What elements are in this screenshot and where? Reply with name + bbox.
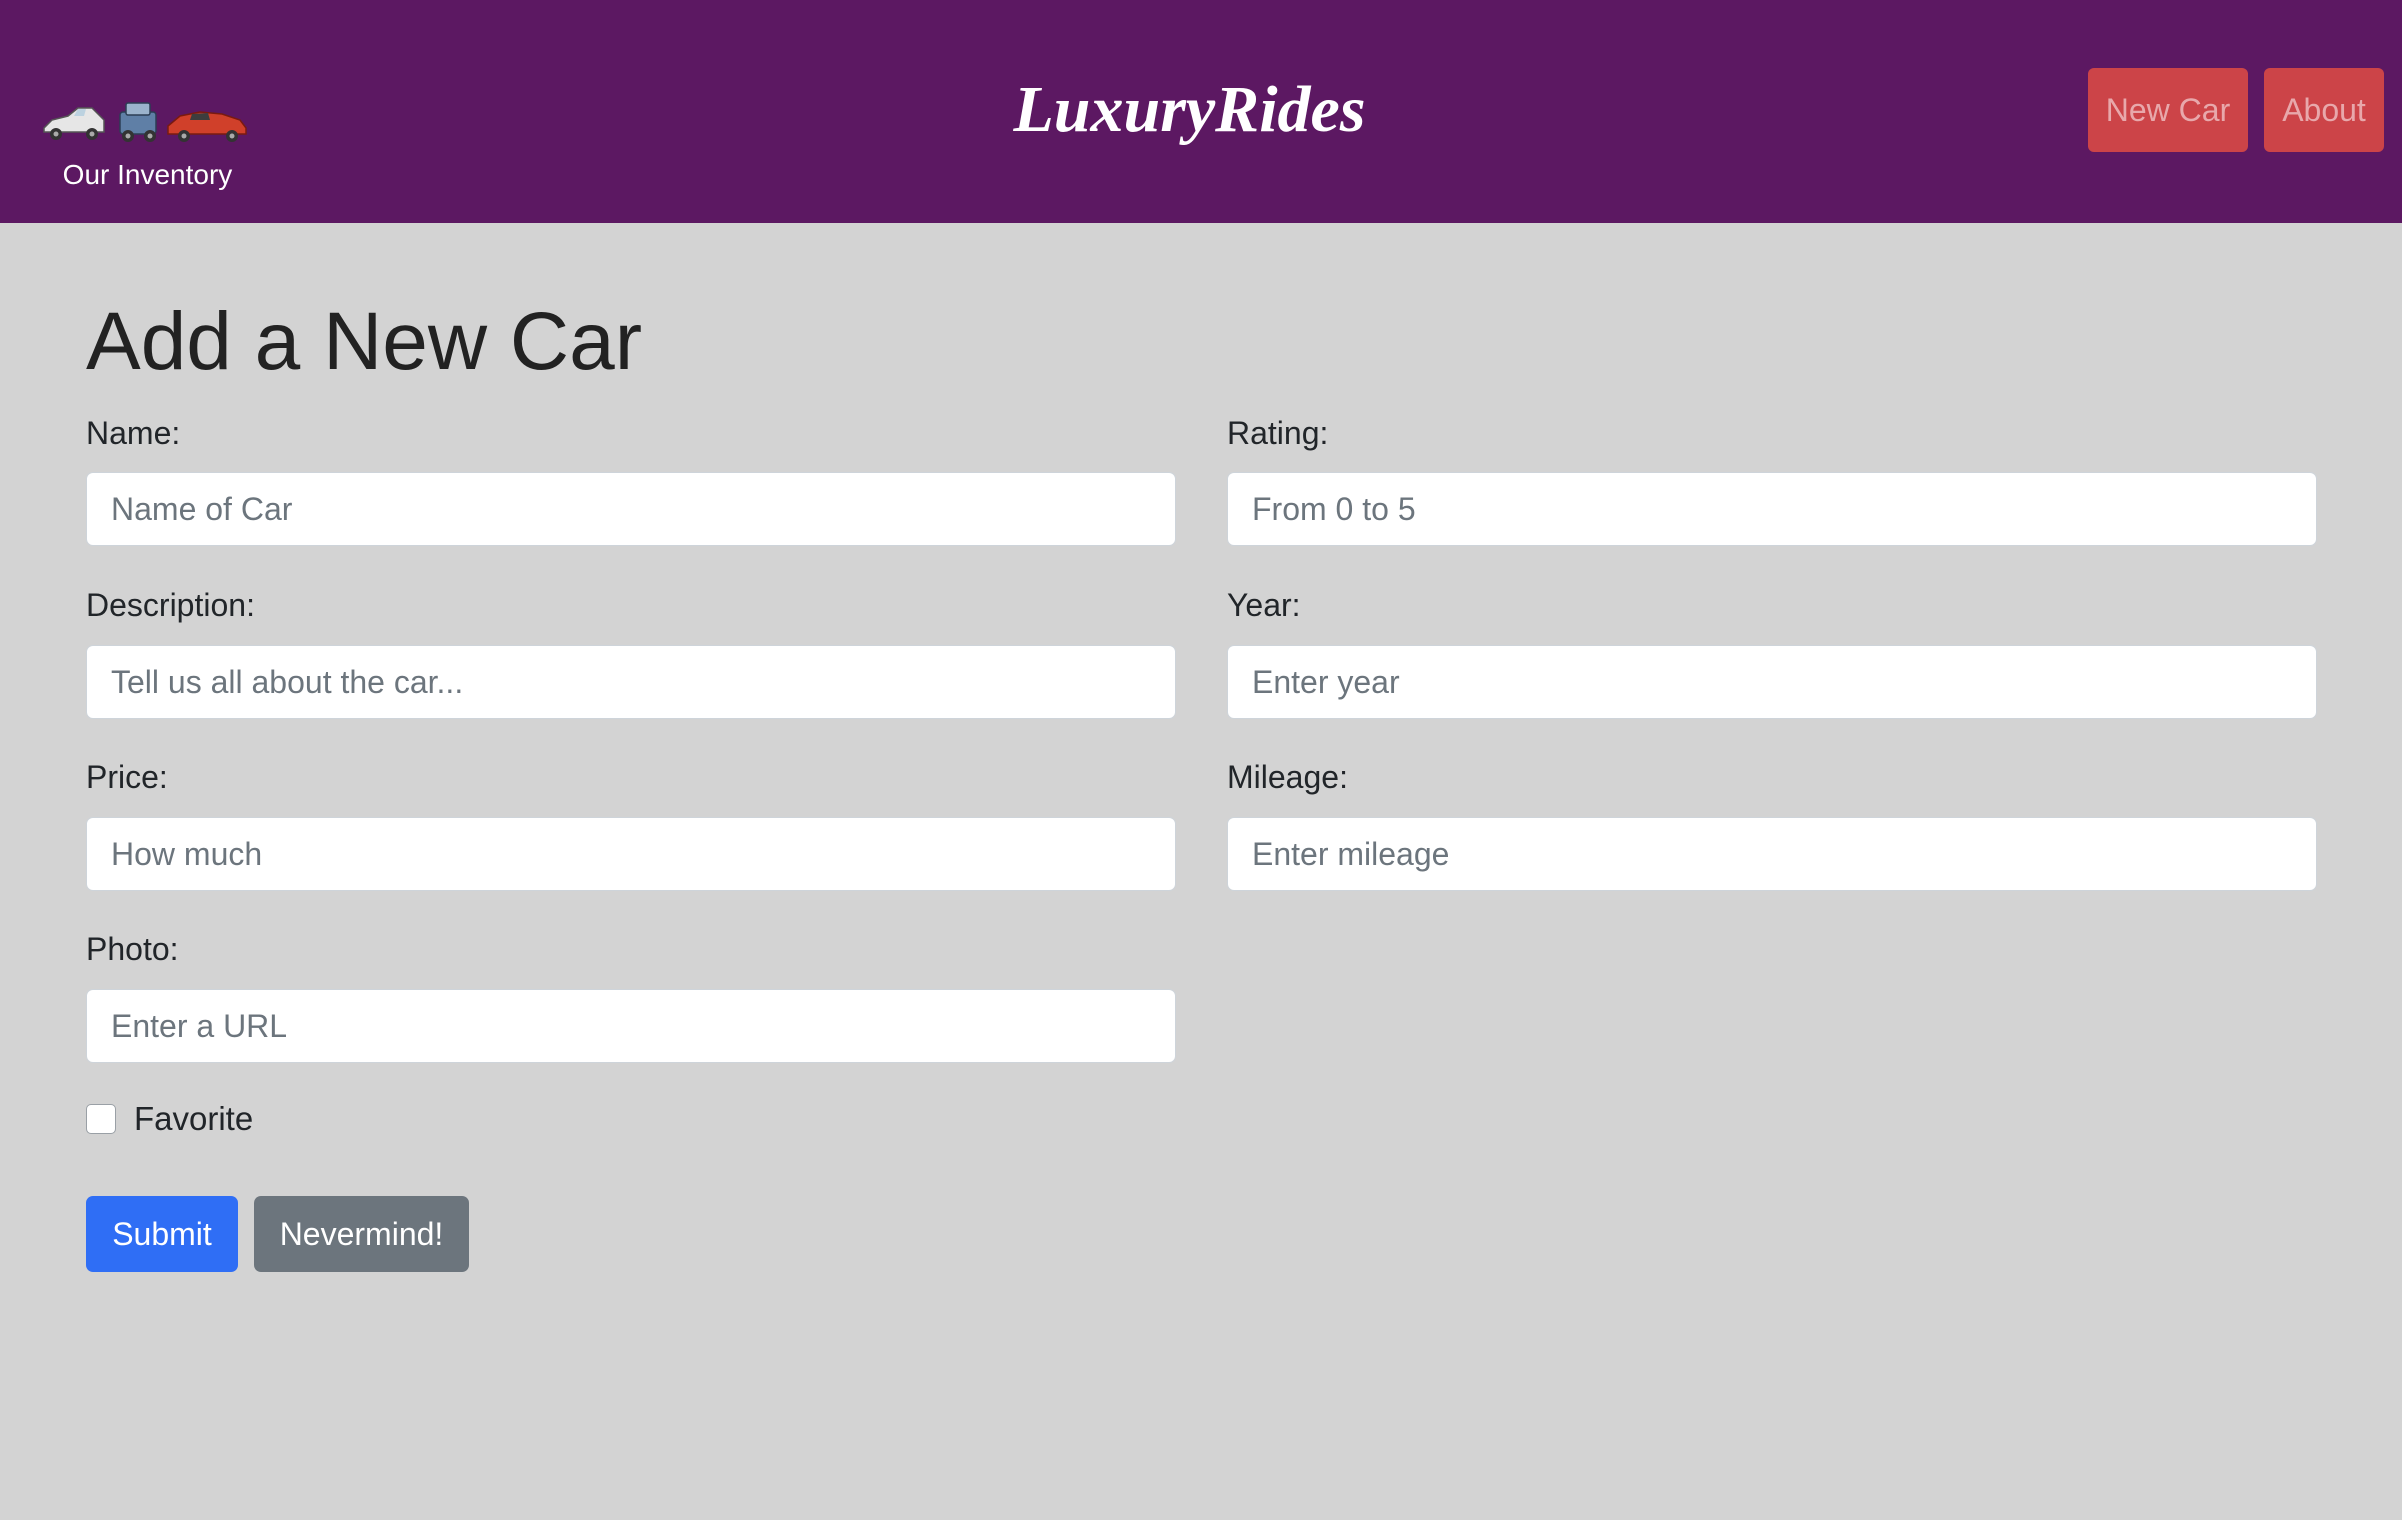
blue-car-icon [119, 102, 157, 142]
page-title: Add a New Car [86, 296, 643, 387]
description-label: Description: [86, 587, 255, 623]
rating-input[interactable] [1227, 472, 2317, 546]
our-inventory-label: Our Inventory [62, 159, 233, 190]
submit-button[interactable]: Submit [86, 1196, 238, 1272]
favorite-checkbox[interactable] [86, 1104, 116, 1134]
rating-label: Rating: [1227, 415, 1329, 451]
name-input[interactable] [86, 472, 1176, 546]
inventory-car-icons [43, 102, 247, 142]
red-car-icon [167, 111, 247, 142]
year-input[interactable] [1227, 645, 2317, 719]
photo-url-input[interactable] [86, 989, 1176, 1063]
photo-label: Photo: [86, 931, 179, 967]
name-label: Name: [86, 415, 181, 451]
nevermind-button[interactable]: Nevermind! [254, 1196, 469, 1272]
mileage-input[interactable] [1227, 817, 2317, 891]
about-button[interactable]: About [2264, 68, 2384, 152]
silver-car-icon [43, 107, 105, 140]
navbar: Our Inventory LuxuryRides New Car About [0, 0, 2402, 223]
price-input[interactable] [86, 817, 1176, 891]
year-label: Year: [1227, 587, 1301, 623]
brand-title: LuxuryRides [1013, 73, 1366, 146]
description-input[interactable] [86, 645, 1176, 719]
new-car-button[interactable]: New Car [2088, 68, 2248, 152]
mileage-label: Mileage: [1227, 759, 1348, 795]
price-label: Price: [86, 759, 168, 795]
favorite-label[interactable]: Favorite [134, 1098, 253, 1140]
our-inventory-link[interactable]: Our Inventory [40, 92, 255, 196]
